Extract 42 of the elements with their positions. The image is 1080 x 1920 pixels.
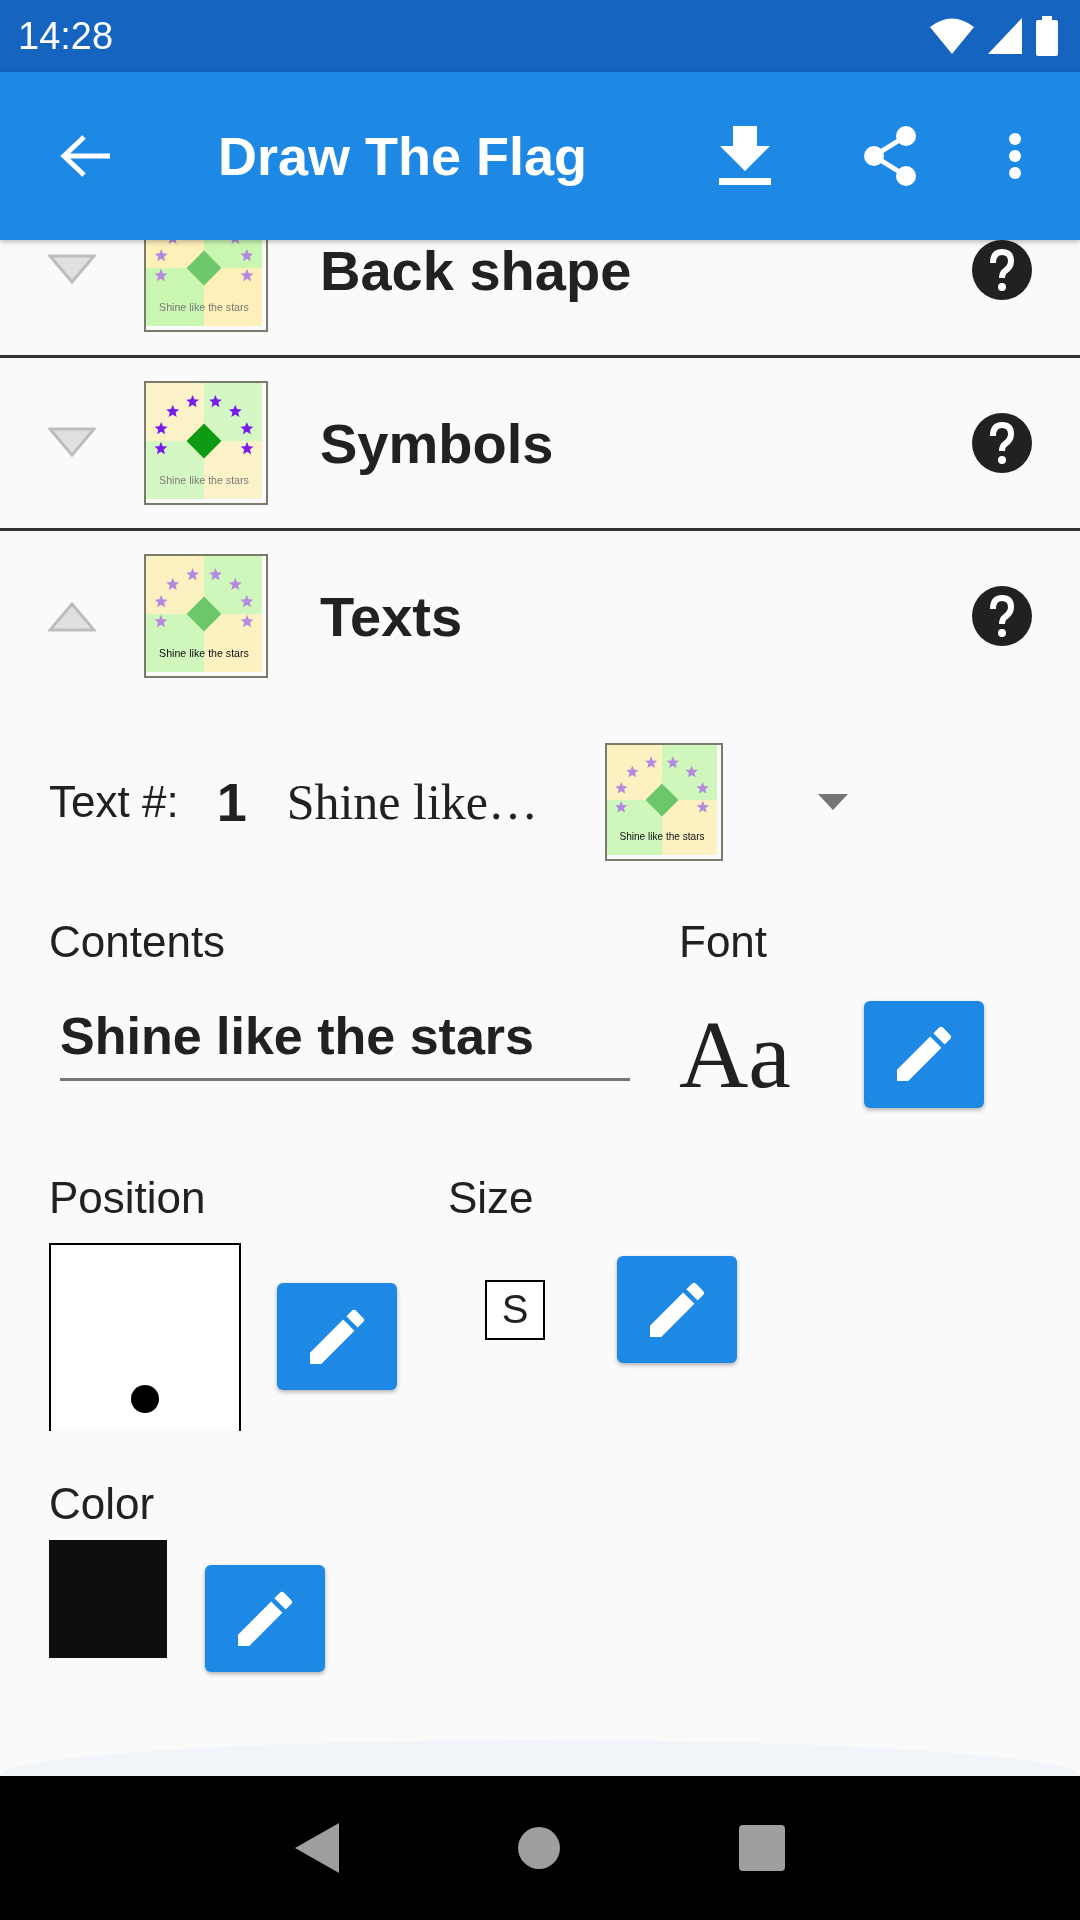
back-icon[interactable] bbox=[295, 1823, 339, 1873]
field-label: Position bbox=[49, 1172, 207, 1224]
text-input-field[interactable]: Shine like the stars bbox=[60, 1001, 630, 1081]
help-icon[interactable] bbox=[972, 240, 1032, 300]
section-title[interactable]: Back shape bbox=[320, 240, 972, 303]
help-icon[interactable] bbox=[972, 413, 1032, 473]
flag-caption: Shine like the stars bbox=[619, 831, 705, 843]
more-options-icon[interactable] bbox=[1008, 132, 1022, 180]
diamond-icon bbox=[645, 783, 679, 817]
signal-icon bbox=[988, 18, 1022, 54]
app-title: Draw The Flag bbox=[218, 125, 588, 187]
field-label: Text #: bbox=[49, 777, 179, 827]
font-sample: Aa bbox=[679, 999, 792, 1110]
edit-button[interactable] bbox=[617, 1256, 737, 1363]
wifi-icon bbox=[930, 18, 974, 54]
text-number: 1 bbox=[216, 771, 247, 833]
flag-caption: Shine like the stars bbox=[159, 646, 249, 659]
diamond-icon bbox=[186, 423, 222, 459]
section-title[interactable]: Texts bbox=[320, 583, 972, 649]
diamond-icon bbox=[186, 596, 222, 632]
section-title[interactable]: Symbols bbox=[320, 410, 972, 476]
share-icon[interactable] bbox=[862, 125, 918, 187]
flag-caption: Shine like the stars bbox=[159, 300, 249, 313]
field-label: Font bbox=[679, 916, 769, 968]
edit-button[interactable] bbox=[864, 1000, 984, 1108]
edit-button[interactable] bbox=[205, 1565, 325, 1672]
battery-icon bbox=[1036, 16, 1058, 56]
download-icon[interactable] bbox=[718, 126, 772, 186]
size-indicator: S bbox=[485, 1279, 545, 1340]
flag-caption: Shine like the stars bbox=[159, 473, 249, 486]
field-label: Contents bbox=[49, 916, 227, 968]
diamond-icon bbox=[186, 250, 222, 286]
field-label: Size bbox=[448, 1172, 535, 1224]
edit-button[interactable] bbox=[277, 1283, 397, 1390]
home-icon[interactable] bbox=[517, 1826, 561, 1870]
help-icon[interactable] bbox=[972, 586, 1032, 646]
field-label: Color bbox=[49, 1478, 156, 1530]
status-time: 14:28 bbox=[18, 14, 114, 58]
position-dot bbox=[131, 1385, 159, 1413]
text-name: Shine like… bbox=[286, 773, 540, 831]
back-arrow-icon[interactable] bbox=[60, 134, 112, 178]
dropdown-icon[interactable] bbox=[817, 794, 848, 810]
